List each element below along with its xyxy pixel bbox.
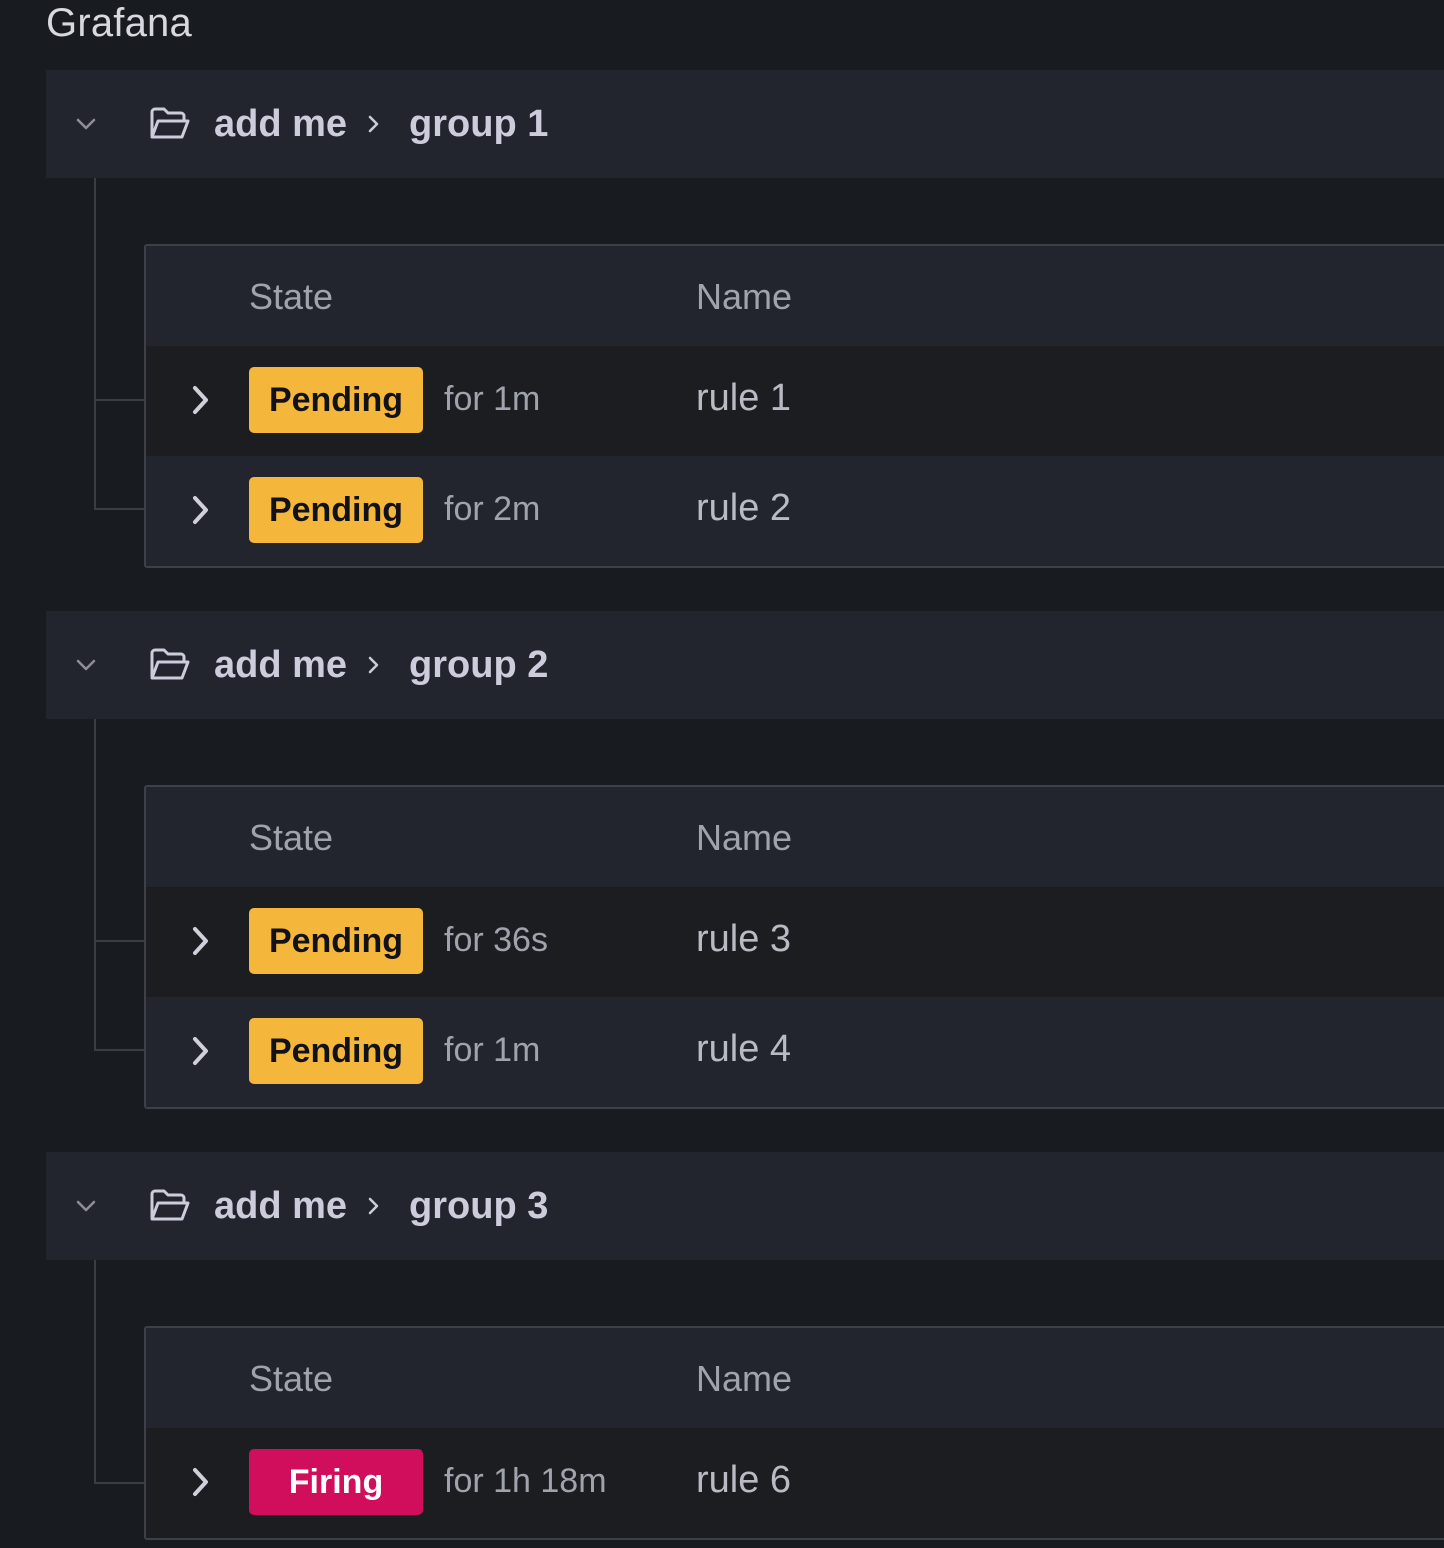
state-duration: for 1m [444, 1031, 541, 1069]
table-header: State Name [146, 246, 1444, 346]
folder-open-icon [148, 106, 192, 142]
group-breadcrumb: add me group 2 [214, 643, 548, 687]
rule-name: rule 4 [696, 1028, 792, 1070]
folder-name[interactable]: add me [214, 1184, 347, 1228]
group-name: group 3 [409, 1185, 549, 1227]
rule-name: rule 1 [696, 377, 792, 419]
chevron-right-icon[interactable] [184, 1032, 218, 1070]
group-header[interactable]: add me group 2 [46, 611, 1444, 719]
group-name: group 1 [409, 103, 549, 145]
rules-table: State Name Firing for 1h 18m rule 6 [144, 1326, 1444, 1540]
folder-name[interactable]: add me [214, 102, 347, 146]
tree-connector [94, 1260, 96, 1484]
rule-name: rule 6 [696, 1459, 792, 1501]
chevron-right-icon [367, 1196, 387, 1216]
column-header-state: State [249, 1358, 334, 1399]
chevron-right-icon[interactable] [184, 491, 218, 529]
state-badge: Firing [249, 1449, 423, 1515]
rules-table: State Name Pending for 1m rule 1 Pending… [144, 244, 1444, 568]
chevron-right-icon [367, 114, 387, 134]
table-header: State Name [146, 1328, 1444, 1428]
group-header[interactable]: add me group 3 [46, 1152, 1444, 1260]
state-duration: for 2m [444, 490, 541, 528]
column-header-name: Name [696, 817, 793, 858]
folder-name[interactable]: add me [214, 643, 347, 687]
chevron-right-icon [367, 655, 387, 675]
group-header[interactable]: add me group 1 [46, 70, 1444, 178]
state-badge: Pending [249, 908, 423, 974]
state-badge: Pending [249, 477, 423, 543]
folder-open-icon [148, 1188, 192, 1224]
rules-table: State Name Pending for 36s rule 3 Pendin… [144, 785, 1444, 1109]
chevron-right-icon[interactable] [184, 381, 218, 419]
tree-connector [94, 178, 96, 510]
rule-name: rule 3 [696, 918, 792, 960]
table-row[interactable]: Pending for 2m rule 2 [146, 456, 1444, 566]
state-duration: for 1h 18m [444, 1462, 607, 1500]
rule-group: add me group 2 State Name Pending for 36… [46, 611, 1444, 1109]
table-header: State Name [146, 787, 1444, 887]
tree-connector [94, 508, 146, 510]
table-row[interactable]: Firing for 1h 18m rule 6 [146, 1428, 1444, 1538]
group-breadcrumb: add me group 1 [214, 102, 548, 146]
tree-connector [94, 399, 146, 401]
state-duration: for 1m [444, 380, 541, 418]
state-duration: for 36s [444, 921, 548, 959]
chevron-right-icon[interactable] [184, 922, 218, 960]
rule-group: add me group 3 State Name Firing for 1h … [46, 1152, 1444, 1540]
folder-open-icon [148, 647, 192, 683]
group-name: group 2 [409, 644, 549, 686]
chevron-down-icon[interactable] [72, 1192, 100, 1220]
group-breadcrumb: add me group 3 [214, 1184, 548, 1228]
state-badge: Pending [249, 1018, 423, 1084]
table-row[interactable]: Pending for 36s rule 3 [146, 887, 1444, 997]
page-title: Grafana [46, 1, 192, 45]
rule-group: add me group 1 State Name Pending for 1m… [46, 70, 1444, 568]
tree-connector [94, 940, 146, 942]
tree-connector [94, 719, 96, 1051]
state-badge: Pending [249, 367, 423, 433]
tree-connector [94, 1482, 146, 1484]
chevron-down-icon[interactable] [72, 110, 100, 138]
chevron-down-icon[interactable] [72, 651, 100, 679]
table-row[interactable]: Pending for 1m rule 1 [146, 346, 1444, 456]
rule-name: rule 2 [696, 487, 792, 529]
column-header-state: State [249, 276, 334, 317]
chevron-right-icon[interactable] [184, 1463, 218, 1501]
column-header-state: State [249, 817, 334, 858]
column-header-name: Name [696, 1358, 793, 1399]
column-header-name: Name [696, 276, 793, 317]
table-row[interactable]: Pending for 1m rule 4 [146, 997, 1444, 1107]
tree-connector [94, 1049, 146, 1051]
